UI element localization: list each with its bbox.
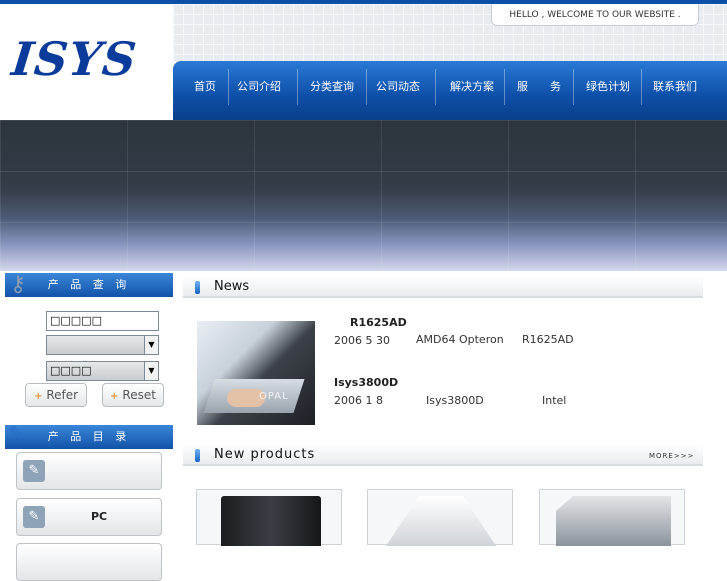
catalog-item[interactable]: ✎ — [16, 452, 162, 490]
refer-button-label: Refer — [46, 388, 79, 402]
catalog-item-pc[interactable]: ✎ PC — [16, 498, 162, 536]
news-item-title[interactable]: Isys3800D — [334, 376, 398, 389]
bullet-icon — [195, 281, 200, 294]
news-item-text: AMD64 Opteron — [416, 333, 504, 346]
news-item-text: R1625AD — [522, 333, 574, 346]
banner-grid — [0, 120, 727, 271]
search-section-title: 产 品 查 询 — [5, 273, 173, 297]
plus-icon: + — [110, 391, 119, 402]
logo-area[interactable]: ISYS — [0, 4, 173, 120]
reset-button[interactable]: + Reset — [102, 383, 164, 407]
image-brand-text: OPAL — [259, 391, 289, 402]
news-item-date: 2006 5 30 — [334, 334, 390, 347]
bullet-icon — [195, 449, 200, 462]
more-link[interactable]: MORE>>> — [649, 452, 694, 460]
catalog-item-label: PC — [91, 510, 108, 523]
products-section-title: New products — [214, 447, 316, 462]
nav-item-service[interactable]: 服 务 — [509, 61, 569, 120]
wrench-icon: ✎ — [23, 506, 45, 528]
nav-item-solutions[interactable]: 解决方案 — [441, 61, 503, 120]
catalog-section-title: 产 品 目 录 — [5, 425, 173, 449]
news-item-title[interactable]: R1625AD — [350, 316, 407, 329]
news-section-header: News — [183, 276, 703, 298]
product-image — [386, 496, 496, 546]
welcome-banner: HELLO , WELCOME TO OUR WEBSITE . — [491, 4, 699, 26]
refer-button[interactable]: + Refer — [25, 383, 87, 407]
nav-item-about[interactable]: 公司介绍 — [231, 61, 287, 120]
chevron-down-icon[interactable]: ▼ — [144, 336, 158, 354]
nav-item-home[interactable]: 首页 — [185, 61, 225, 120]
type-select-value: □□□□ — [50, 364, 92, 377]
product-card[interactable] — [196, 489, 342, 546]
news-item-text: Isys3800D — [426, 394, 484, 407]
search-input[interactable]: □□□□□ — [46, 311, 159, 331]
products-section-header: New products — [183, 444, 703, 466]
product-image — [556, 496, 671, 546]
product-image — [221, 496, 321, 546]
keys-icon: ⚷ — [10, 272, 27, 297]
type-select[interactable]: □□□□ ▼ — [46, 361, 159, 381]
news-item-date: 2006 1 8 — [334, 394, 383, 407]
main-nav: 首页 公司介绍 分类查询 公司动态 解决方案 服 务 绿色计划 联系我们 — [173, 61, 727, 120]
nav-item-news[interactable]: 公司动态 — [369, 61, 427, 120]
category-select[interactable]: ▼ — [46, 335, 159, 355]
nav-item-category[interactable]: 分类查询 — [303, 61, 361, 120]
reset-button-label: Reset — [122, 388, 156, 402]
chevron-down-icon[interactable]: ▼ — [144, 362, 158, 380]
product-card[interactable] — [539, 489, 685, 546]
nav-item-contact[interactable]: 联系我们 — [645, 61, 705, 120]
plus-icon: + — [33, 391, 43, 402]
news-item-text: Intel — [542, 394, 567, 407]
news-image[interactable]: OPAL — [197, 321, 315, 425]
nav-item-green-plan[interactable]: 绿色计划 — [578, 61, 638, 120]
product-card[interactable] — [367, 489, 513, 546]
pencil-icon: ✎ — [8, 421, 25, 445]
logo[interactable]: ISYS — [9, 32, 139, 86]
wrench-icon: ✎ — [23, 460, 45, 482]
news-section-title: News — [214, 279, 250, 294]
catalog-item[interactable] — [16, 543, 162, 581]
